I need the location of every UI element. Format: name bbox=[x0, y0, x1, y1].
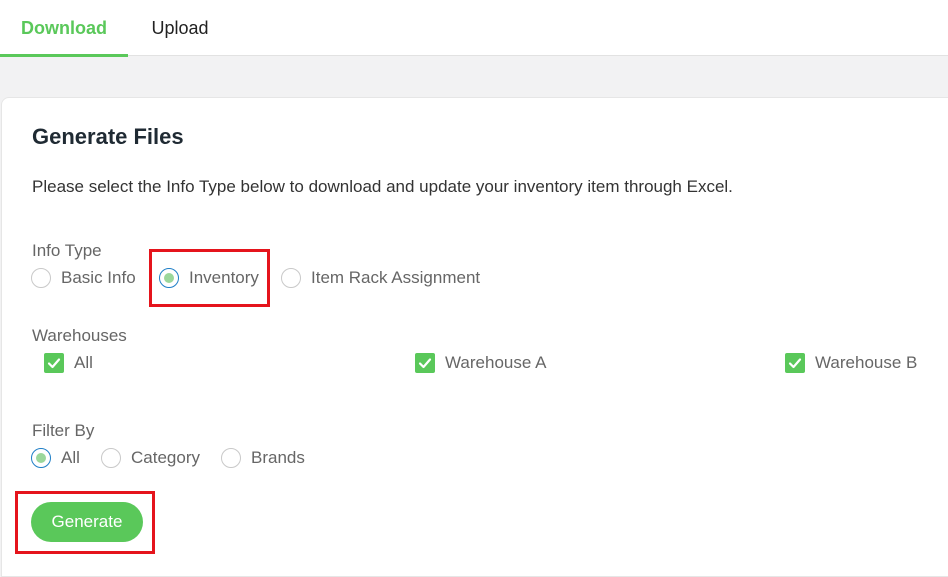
radio-inventory[interactable]: Inventory bbox=[159, 268, 259, 288]
checkbox-warehouse-all-label: All bbox=[74, 353, 93, 372]
card-title: Generate Files bbox=[32, 124, 184, 149]
generate-files-card bbox=[1, 97, 948, 577]
card-description: Please select the Info Type below to dow… bbox=[32, 177, 733, 196]
filter-by-label: Filter By bbox=[32, 421, 95, 440]
warehouses-label: Warehouses bbox=[32, 326, 127, 345]
checkbox-warehouse-b-label: Warehouse B bbox=[815, 353, 918, 372]
radio-filter-all[interactable]: All bbox=[31, 448, 80, 468]
radio-basic-info-label: Basic Info bbox=[61, 268, 136, 287]
radio-item-rack-assignment[interactable]: Item Rack Assignment bbox=[281, 268, 480, 288]
check-icon[interactable] bbox=[44, 353, 64, 373]
checkbox-warehouse-b[interactable]: Warehouse B bbox=[785, 353, 917, 373]
check-icon[interactable] bbox=[785, 353, 805, 373]
tab-active-indicator bbox=[0, 54, 128, 57]
tab-download-label: Download bbox=[21, 17, 107, 38]
check-icon[interactable] bbox=[415, 353, 435, 373]
checkbox-warehouse-a[interactable]: Warehouse A bbox=[415, 353, 546, 373]
radio-basic-info[interactable]: Basic Info bbox=[31, 268, 136, 288]
radio-inventory-circle[interactable] bbox=[159, 268, 179, 288]
radio-item-rack-assignment-circle[interactable] bbox=[281, 268, 301, 288]
radio-filter-brands-circle[interactable] bbox=[221, 448, 241, 468]
radio-filter-all-label: All bbox=[61, 448, 80, 467]
checkbox-warehouse-a-label: Warehouse A bbox=[445, 353, 547, 372]
generate-button[interactable]: Generate bbox=[31, 502, 143, 542]
radio-item-rack-assignment-label: Item Rack Assignment bbox=[311, 268, 481, 287]
info-type-label: Info Type bbox=[32, 241, 102, 260]
tab-upload-label: Upload bbox=[151, 17, 209, 38]
tab-download[interactable]: Download bbox=[0, 0, 128, 57]
radio-filter-category-label: Category bbox=[131, 448, 200, 467]
checkbox-warehouse-all[interactable]: All bbox=[44, 353, 93, 373]
tab-upload[interactable]: Upload bbox=[128, 0, 232, 56]
radio-inventory-label: Inventory bbox=[189, 268, 259, 287]
radio-filter-brands-label: Brands bbox=[251, 448, 305, 467]
tab-bar: Download Upload bbox=[0, 0, 948, 57]
radio-basic-info-circle[interactable] bbox=[31, 268, 51, 288]
radio-filter-category[interactable]: Category bbox=[101, 448, 200, 468]
radio-filter-brands[interactable]: Brands bbox=[221, 448, 305, 468]
radio-filter-category-circle[interactable] bbox=[101, 448, 121, 468]
radio-filter-all-circle[interactable] bbox=[31, 448, 51, 468]
